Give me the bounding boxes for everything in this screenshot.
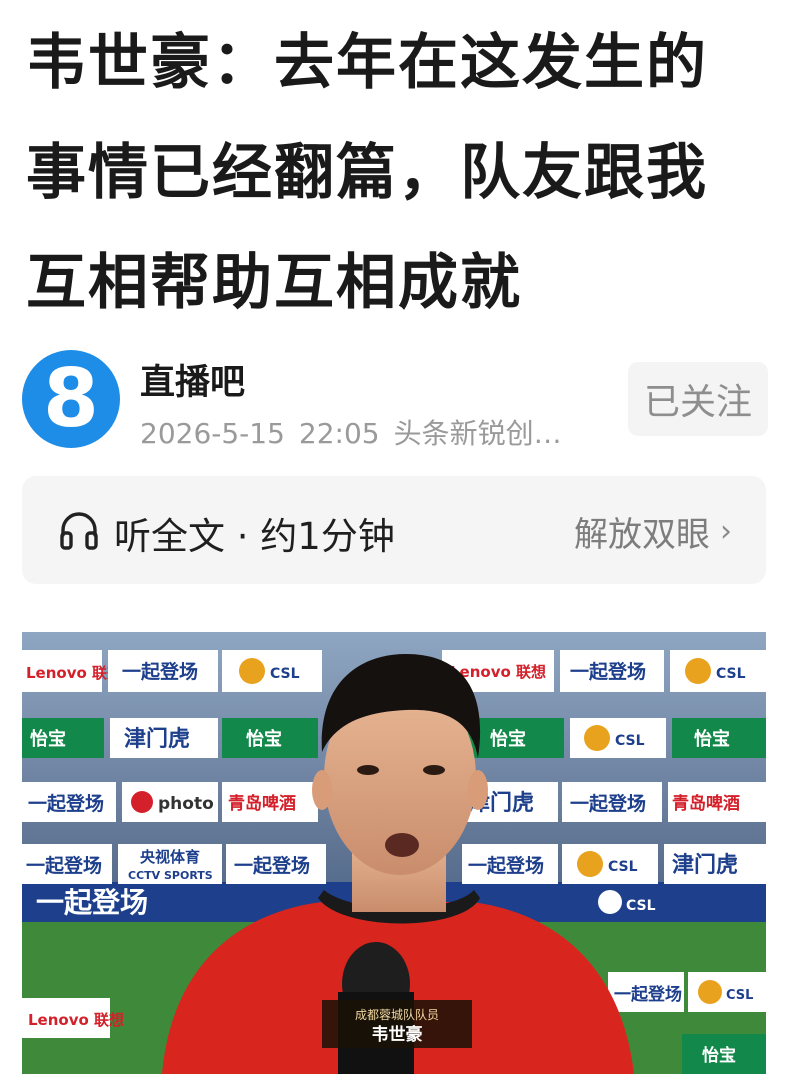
board-jinmenhu-text-3: 津门虎	[672, 852, 738, 878]
banner-csl-text: CSL	[626, 898, 656, 914]
author-avatar[interactable]: 8	[22, 350, 120, 448]
board-yiqi-text-5: 一起登场	[26, 854, 102, 877]
board-jinmenhu-text-1: 津门虎	[124, 726, 190, 752]
board-yibao-text-1: 怡宝	[30, 728, 66, 750]
board-csl-text-3: CSL	[615, 733, 645, 749]
headphones-icon	[60, 512, 98, 550]
article-title: 韦世豪：去年在这发生的事情已经翻篇，队友跟我互相帮助互相成就	[26, 28, 708, 318]
listen-bar[interactable]: 听全文 · 约1分钟 解放双眼 ›	[22, 476, 766, 584]
banner-yiqi-text: 一起登场	[36, 886, 148, 919]
board-cctv-sub-text: CCTV SPORTS	[128, 869, 213, 882]
author-name[interactable]: 直播吧	[140, 354, 245, 405]
avatar-logo: 8	[43, 352, 99, 445]
follow-button[interactable]: 已关注	[628, 362, 768, 436]
article-photo[interactable]: Lenovo 联想 一起登场 CSL Lenovo 联想 一起登场 CSL 怡宝…	[22, 632, 766, 1074]
board-csl-text-2: CSL	[716, 666, 746, 682]
board-yiqi-text-1: 一起登场	[122, 660, 198, 683]
chevron-right-icon: ›	[720, 514, 732, 549]
board-yibao-text-3: 怡宝	[490, 728, 526, 750]
board-yiqi-text-8: 一起登场	[614, 984, 682, 1005]
board-yibao-text-4: 怡宝	[694, 728, 730, 750]
free-eyes-label: 解放双眼	[574, 515, 710, 555]
free-eyes-button[interactable]: 解放双眼 ›	[574, 507, 732, 556]
board-qingdao-text-1: 青岛啤酒	[228, 793, 296, 814]
board-yiqi-text-2: 一起登场	[570, 660, 646, 683]
publish-time: 22:05	[298, 417, 380, 450]
board-yibao-text-5: 怡宝	[702, 1045, 736, 1066]
author-source: 头条新锐创…	[393, 417, 562, 450]
author-meta: 2026-5-15 22:05 头条新锐创…	[140, 412, 576, 452]
publish-date: 2026-5-15	[140, 417, 285, 450]
caption-team: 成都蓉城队队员	[355, 1007, 439, 1022]
board-yiqi-text-6: 一起登场	[234, 854, 310, 877]
author-row: 8 直播吧 2026-5-15 22:05 头条新锐创… 已关注	[22, 350, 768, 450]
listen-full-text-label: 听全文 · 约1分钟	[114, 515, 395, 558]
board-qingdao-text-2: 青岛啤酒	[672, 793, 740, 814]
board-yibao-text-2: 怡宝	[246, 728, 282, 750]
board-yiqi-text-7: 一起登场	[468, 854, 544, 877]
interview-photo: Lenovo 联想 一起登场 CSL Lenovo 联想 一起登场 CSL 怡宝…	[22, 632, 766, 1074]
board-photo-text: photo	[158, 794, 214, 814]
board-lenovo-text-1: Lenovo 联想	[26, 664, 122, 682]
board-yiqi-text-4: 一起登场	[570, 792, 646, 815]
caption-name: 韦世豪	[372, 1024, 423, 1045]
board-csl-text-4: CSL	[608, 859, 638, 875]
player-caption: 成都蓉城队队员 韦世豪	[322, 1000, 472, 1048]
board-csl-text-1: CSL	[270, 666, 300, 682]
board-csl-text-5: CSL	[726, 988, 753, 1003]
board-lenovo-text-3: Lenovo 联想	[28, 1011, 124, 1029]
board-yiqi-text-3: 一起登场	[28, 792, 104, 815]
board-cctv-text: 央视体育	[140, 848, 200, 866]
